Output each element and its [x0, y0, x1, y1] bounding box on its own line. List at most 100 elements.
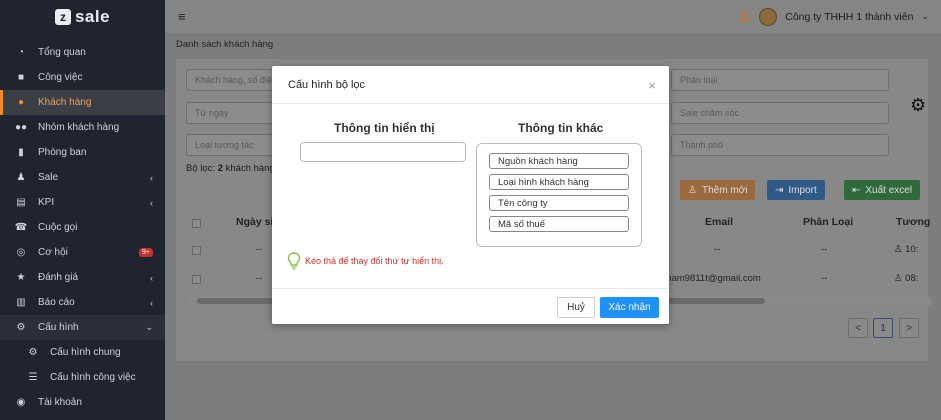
logo-mark: z: [54, 9, 71, 25]
hamburger-icon[interactable]: ≡: [178, 9, 186, 24]
bell-icon[interactable]: [739, 10, 751, 23]
sale-care-select[interactable]: Sale chăm sóc: [671, 102, 889, 124]
sidebar-item-dashboard[interactable]: ◔ Tổng quan: [0, 40, 165, 65]
company-name[interactable]: Công ty THHH 1 thành viên: [785, 11, 913, 23]
topbar: ≡ Công ty THHH 1 thành viên ⌄: [165, 0, 941, 33]
sidebar-item-label: KPI: [38, 197, 55, 208]
sidebar-item-sale[interactable]: ♟ Sale ‹: [0, 165, 165, 190]
modal-header: Cấu hình bộ lọc ×: [272, 66, 669, 104]
interaction-type-select[interactable]: Loại tương tác: [186, 134, 286, 156]
sidebar-item-tasks[interactable]: ■ Công việc: [0, 65, 165, 90]
interaction-icon: ♙: [894, 273, 906, 284]
gear-icon[interactable]: ⚙: [910, 95, 926, 116]
city-select[interactable]: Thành phố: [671, 134, 889, 156]
briefcase-icon: ■: [17, 72, 25, 83]
search-input[interactable]: Khách hàng, số điệ: [186, 69, 286, 91]
filter-config-modal: Cấu hình bộ lọc × Thông tin hiển thị Thô…: [272, 66, 669, 324]
sidebar-item-general-config[interactable]: ⚙ Cấu hình chung: [0, 340, 165, 365]
category-select[interactable]: Phân loại: [671, 69, 889, 91]
sidebar-item-label: Đánh giá: [38, 272, 79, 283]
confirm-button[interactable]: Xác nhận: [600, 297, 659, 318]
select-all-checkbox[interactable]: [192, 219, 201, 228]
display-fields-dropzone[interactable]: [300, 142, 466, 162]
sidebar-item-customer-groups[interactable]: ●● Nhóm khách hàng: [0, 115, 165, 140]
modal-title: Cấu hình bộ lọc: [288, 78, 366, 91]
next-page-button[interactable]: >: [899, 318, 919, 338]
interaction-icon: ♙: [894, 244, 906, 255]
sidebar-item-calls[interactable]: ☎ Cuộc gọi: [0, 215, 165, 240]
breadcrumb: Danh sách khách hàng: [176, 39, 274, 50]
sidebar-item-label: Cơ hội: [38, 247, 68, 258]
sidebar-item-label: Cấu hình: [38, 322, 79, 333]
other-fields-dropzone[interactable]: Nguồn khách hàng Loại hình khách hàng Tê…: [476, 143, 642, 247]
sidebar-item-label: Tài khoản: [38, 397, 82, 408]
row-checkbox[interactable]: [192, 275, 201, 284]
sidebar-menu: ◔ Tổng quan ■ Công việc ● Khách hàng ●● …: [0, 40, 165, 415]
table-cell-time: ♙ 10:: [894, 244, 919, 255]
field-tag-customer-type[interactable]: Loại hình khách hàng: [489, 174, 629, 190]
column-header-email[interactable]: Email: [705, 216, 733, 228]
chevron-down-icon[interactable]: ⌄: [921, 11, 929, 22]
display-fields-title: Thông tin hiển thị: [334, 121, 435, 135]
column-header-date[interactable]: Ngày si: [236, 216, 273, 228]
page-number-button[interactable]: 1: [873, 318, 893, 338]
chevron-left-icon: ‹: [150, 172, 153, 183]
sidebar-item-departments[interactable]: ▮ Phòng ban: [0, 140, 165, 165]
other-fields-title: Thông tin khác: [518, 121, 604, 135]
sidebar-item-config[interactable]: ⚙ Cấu hình ⌄: [0, 315, 165, 340]
users-icon: ●●: [14, 122, 28, 133]
drag-hint: Kéo thả để thay đổi thứ tự hiển thị.: [287, 252, 444, 270]
sidebar-item-label: Báo cáo: [38, 297, 75, 308]
star-icon: ★: [16, 272, 26, 283]
table-cell-category: --: [821, 244, 828, 255]
table-cell: --: [256, 273, 263, 284]
list-icon: ☰: [28, 372, 38, 383]
user-icon: ●: [17, 97, 25, 108]
sidebar-item-reviews[interactable]: ★ Đánh giá ‹: [0, 265, 165, 290]
chevron-left-icon: ‹: [150, 197, 153, 208]
column-header-category[interactable]: Phân Loại: [803, 216, 853, 228]
table-cell-email: pham9811t@gmail.com: [661, 273, 761, 284]
dashboard-icon: ◔: [17, 47, 25, 58]
row-checkbox[interactable]: [192, 246, 201, 255]
chevron-left-icon: ‹: [150, 272, 153, 283]
column-header-interaction[interactable]: Tương: [896, 216, 930, 228]
cogs-icon: ⚙: [16, 322, 26, 333]
hint-text: Kéo thả để thay đổi thứ tự hiển thị.: [305, 256, 444, 266]
field-tag-customer-source[interactable]: Nguồn khách hàng: [489, 153, 629, 169]
add-user-icon: ♙: [688, 184, 697, 196]
cancel-button[interactable]: Huỷ: [557, 297, 595, 318]
sidebar-item-account[interactable]: ◉ Tài khoản: [0, 390, 165, 415]
sidebar-item-label: Cuộc gọi: [38, 222, 78, 233]
sidebar-item-label: Nhóm khách hàng: [38, 122, 120, 133]
filter-suffix: khách hàng: [225, 163, 275, 174]
from-date-field[interactable]: Từ ngày: [186, 102, 286, 124]
close-icon[interactable]: ×: [648, 78, 656, 93]
field-tag-tax-code[interactable]: Mã số thuế: [489, 216, 629, 232]
avatar[interactable]: [759, 7, 778, 26]
gear-icon: ⚙: [28, 347, 38, 358]
import-button[interactable]: ⇥ Import: [767, 180, 825, 200]
add-new-button[interactable]: ♙ Thêm mới: [680, 180, 756, 200]
logo[interactable]: z sale: [0, 0, 165, 34]
chevron-down-icon: ⌄: [145, 322, 153, 332]
sidebar-item-kpi[interactable]: ▤ KPI ‹: [0, 190, 165, 215]
export-excel-button[interactable]: ⇤ Xuất excel: [844, 180, 921, 200]
sidebar-item-customers[interactable]: ● Khách hàng: [0, 90, 165, 115]
account-icon: ◉: [16, 397, 26, 408]
table-cell: --: [256, 244, 263, 255]
user-menu[interactable]: Công ty THHH 1 thành viên ⌄: [739, 0, 929, 33]
add-new-label: Thêm mới: [701, 184, 748, 196]
field-tag-company-name[interactable]: Tên công ty: [489, 195, 629, 211]
filter-label: Bộ lọc:: [186, 163, 216, 174]
phone-icon: ☎: [14, 222, 28, 233]
sidebar-item-opportunities[interactable]: ◎ Cơ hội 9+: [0, 240, 165, 265]
sidebar-item-task-config[interactable]: ☰ Cấu hình công việc: [0, 365, 165, 390]
sidebar-item-reports[interactable]: ▥ Báo cáo ‹: [0, 290, 165, 315]
sidebar: z sale ◔ Tổng quan ■ Công việc ● Khách h…: [0, 0, 165, 420]
export-icon: ⇤: [852, 184, 861, 196]
export-label: Xuất excel: [865, 184, 913, 196]
sidebar-item-label: Cấu hình công việc: [50, 372, 136, 383]
prev-page-button[interactable]: <: [848, 318, 868, 338]
target-icon: ◎: [16, 247, 26, 258]
